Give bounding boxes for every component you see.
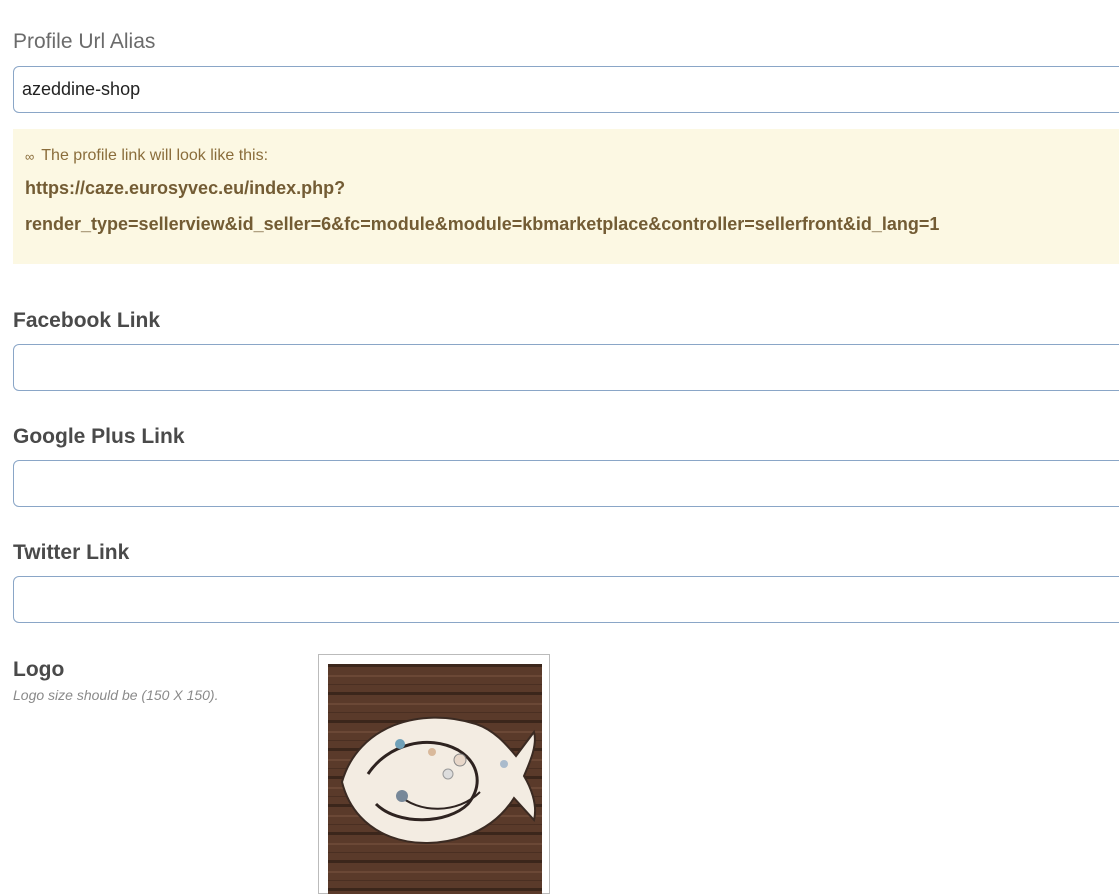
logo-label: Logo xyxy=(13,658,65,681)
facebook-label: Facebook Link xyxy=(13,309,161,332)
googleplus-input[interactable] xyxy=(13,460,1119,507)
profile-link-notice: ∞ The profile link will look like this: … xyxy=(13,129,1119,264)
twitter-label: Twitter Link xyxy=(13,541,130,564)
profile-link-preview: https://caze.eurosyvec.eu/index.php? ren… xyxy=(25,170,1119,242)
twitter-input[interactable] xyxy=(13,576,1119,623)
link-icon: ∞ xyxy=(25,148,35,164)
logo-size-hint: Logo size should be (150 X 150). xyxy=(13,687,219,703)
facebook-input[interactable] xyxy=(13,344,1119,391)
profile-link-line-1: https://caze.eurosyvec.eu/index.php? xyxy=(25,178,346,198)
profile-alias-input[interactable] xyxy=(13,66,1119,113)
profile-link-line-2: render_type=sellerview&id_seller=6&fc=mo… xyxy=(25,214,940,234)
notice-text: The profile link will look like this: xyxy=(41,147,269,164)
logo-image xyxy=(328,664,542,894)
logo-preview-frame[interactable] xyxy=(318,654,550,894)
googleplus-label: Google Plus Link xyxy=(13,425,185,448)
profile-alias-label: Profile Url Alias xyxy=(13,30,156,53)
